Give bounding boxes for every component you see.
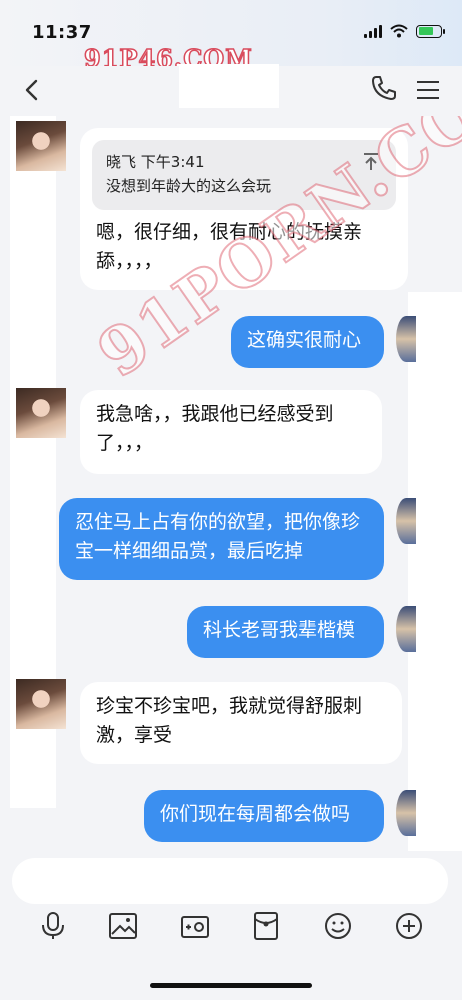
emoji-icon [325, 913, 351, 939]
image-icon [109, 913, 137, 939]
wifi-icon [390, 24, 408, 38]
red-packet-icon [254, 912, 278, 940]
status-time: 11:37 [32, 22, 92, 43]
chat-title [179, 64, 279, 108]
message-bubble-in: 我急啥，，我跟他已经感受到了，，， [80, 390, 382, 474]
quote-time: 下午3:41 [140, 153, 205, 171]
avatar[interactable] [396, 316, 416, 362]
message-text: 嗯，很仔细，很有耐心的抚摸亲舔，，，， [96, 221, 363, 272]
plus-button[interactable] [392, 909, 426, 943]
message-bubble-in: 晓飞 下午3:41 没想到年龄大的这么会玩 嗯，很仔细，很有耐心的抚摸亲舔，，，… [80, 128, 408, 290]
emoji-button[interactable] [321, 909, 355, 943]
message-input[interactable] [12, 858, 448, 904]
status-icons [364, 24, 445, 38]
phone-icon [372, 76, 396, 100]
avatar-column-right [408, 292, 462, 851]
quoted-message[interactable]: 晓飞 下午3:41 没想到年龄大的这么会玩 [92, 140, 396, 210]
chat-area[interactable]: 晓飞 下午3:41 没想到年龄大的这么会玩 嗯，很仔细，很有耐心的抚摸亲舔，，，… [0, 116, 462, 851]
message-bubble-out: 科长老哥我辈楷模 [187, 606, 384, 658]
call-button[interactable] [370, 74, 400, 104]
input-area [0, 851, 462, 1000]
battery-icon [416, 24, 445, 38]
input-toolbar [0, 909, 462, 953]
avatar[interactable] [16, 121, 66, 171]
message-bubble-out: 这确实很耐心 [231, 316, 384, 368]
message-bubble-out: 忍住马上占有你的欲望，把你像珍宝一样细细品赏，最后吃掉 [59, 498, 384, 580]
camera-button[interactable] [178, 909, 212, 943]
quote-text: 没想到年龄大的这么会玩 [106, 177, 272, 195]
nav-bar [0, 64, 462, 116]
camera-icon [181, 916, 209, 938]
message-bubble-in: 珍宝不珍宝吧，我就觉得舒服刺激，享受 [80, 682, 402, 764]
avatar[interactable] [396, 606, 416, 652]
message-bubble-out: 你们现在每周都会做吗 [144, 790, 384, 842]
red-packet-button[interactable] [249, 909, 283, 943]
voice-button[interactable] [36, 909, 70, 943]
back-button[interactable] [18, 76, 46, 104]
microphone-icon [42, 912, 64, 939]
quote-header: 晓飞 下午3:41 [106, 150, 382, 174]
pin-icon[interactable] [362, 152, 380, 172]
plus-icon [396, 913, 422, 939]
home-indicator[interactable] [150, 983, 312, 988]
chevron-left-icon [25, 79, 38, 101]
signal-icon [364, 24, 382, 38]
avatar[interactable] [16, 679, 66, 729]
avatar[interactable] [396, 790, 416, 836]
image-button[interactable] [106, 909, 140, 943]
quote-sender: 晓飞 [106, 153, 137, 171]
avatar[interactable] [16, 388, 66, 438]
avatar[interactable] [396, 498, 416, 544]
menu-button[interactable] [414, 76, 442, 104]
